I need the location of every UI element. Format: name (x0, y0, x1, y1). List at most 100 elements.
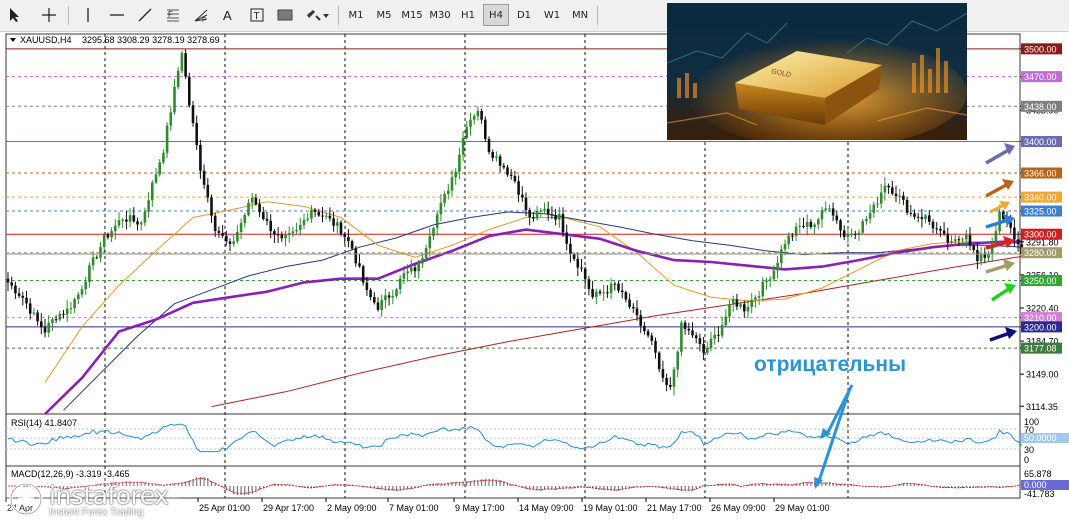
vertical-line-icon[interactable] (78, 4, 98, 26)
candle-body (280, 234, 284, 239)
candle-body (306, 218, 309, 220)
candle-body (147, 200, 150, 212)
candle-body (332, 218, 335, 226)
candle-body (776, 263, 779, 271)
candle-body (395, 289, 398, 297)
candle-body (935, 228, 938, 230)
candle-body (939, 228, 942, 231)
svg-text:F: F (168, 10, 173, 19)
candle-body (694, 335, 698, 339)
candle-body (787, 235, 790, 245)
watermark-tagline: Instant Forex Trading (49, 507, 144, 518)
candle-body (805, 221, 809, 227)
trendline-icon[interactable] (134, 4, 156, 26)
candle-body (768, 279, 772, 281)
candle-body (17, 293, 21, 296)
price-tag-label: 3438.00 (1024, 102, 1057, 112)
timeframe-h4[interactable]: H4 (483, 4, 509, 26)
symbol-label: XAUUSD,H4 (20, 35, 72, 45)
fibonacci-icon[interactable]: F (162, 4, 184, 26)
timeframe-m5[interactable]: M5 (371, 4, 397, 26)
candle-body (706, 348, 709, 353)
text-icon[interactable]: A (218, 4, 240, 26)
candle-body (106, 234, 110, 238)
crosshair-icon[interactable] (38, 4, 60, 26)
candle-body (484, 119, 487, 140)
svg-text:T: T (254, 11, 260, 22)
candle-body (158, 162, 161, 175)
timeframe-mn[interactable]: MN (567, 4, 593, 26)
candle-body (21, 295, 25, 298)
candle-body (143, 211, 147, 223)
candle-body (1016, 239, 1020, 245)
candle-body (276, 234, 280, 236)
candle-body (73, 299, 76, 309)
cursor-icon[interactable] (4, 4, 26, 26)
label-icon[interactable]: T (246, 4, 268, 26)
candle-body (313, 209, 317, 212)
candle-body (413, 267, 417, 272)
rectangle-icon[interactable] (274, 4, 296, 26)
shapes-dropdown-icon[interactable] (302, 4, 332, 26)
timeframe-h1[interactable]: H1 (455, 4, 481, 26)
candle-body (162, 152, 165, 163)
price-tag-label: 3500.00 (1024, 44, 1057, 54)
candle-body (887, 185, 890, 188)
candle-body (36, 312, 39, 322)
price-axis[interactable]: 3500.003470.003438.003433.903400.003366.… (1020, 44, 1059, 412)
candle-body (58, 313, 62, 320)
candle-body (114, 225, 117, 232)
candle-body (273, 231, 276, 235)
candle-body (269, 220, 272, 232)
toolbar-separator (68, 6, 69, 25)
candle-body (624, 292, 628, 300)
candle-body (443, 193, 446, 203)
candle-body (84, 281, 87, 290)
horizontal-line-icon[interactable] (106, 4, 128, 26)
rsi-panel[interactable] (5, 413, 1021, 467)
candle-body (739, 304, 742, 307)
candle-body (809, 221, 813, 227)
candle-body (580, 267, 583, 269)
timeframe-m15[interactable]: M15 (399, 4, 425, 26)
timeframe-d1[interactable]: D1 (511, 4, 537, 26)
candle-body (602, 292, 605, 294)
timeframe-w1[interactable]: W1 (539, 4, 565, 26)
candle-body (498, 156, 502, 166)
candle-body (750, 299, 753, 307)
candle-body (347, 237, 350, 242)
candle-body (709, 338, 713, 349)
candle-body (284, 234, 287, 239)
candle-body (139, 222, 143, 225)
candle-body (417, 263, 420, 272)
candle-body (210, 197, 213, 216)
candle-body (32, 312, 36, 314)
price-tag-label: 3200.00 (1024, 322, 1057, 332)
candle-body (576, 258, 580, 268)
candle-body (754, 297, 757, 300)
candle-body (136, 221, 139, 225)
candle-body (336, 222, 339, 226)
candle-body (613, 283, 617, 285)
candle-body (99, 246, 102, 258)
candle-body (6, 278, 10, 283)
time-label: 2 May 09:00 (327, 503, 377, 513)
timeframe-m1[interactable]: M1 (343, 4, 369, 26)
candle-body (125, 219, 128, 222)
candle-body (842, 230, 846, 237)
price-tag-label: 3325.00 (1024, 207, 1057, 217)
candle-body (509, 174, 513, 177)
candle-body (14, 285, 17, 294)
gold-bars-image: GOLD (667, 3, 967, 140)
candle-body (761, 281, 765, 297)
watermark-brand: instaforex (49, 481, 169, 510)
candle-body (506, 167, 509, 175)
candle-body (421, 258, 424, 264)
candle-body (191, 105, 195, 124)
timeframe-m30[interactable]: M30 (427, 4, 453, 26)
candle-body (957, 239, 961, 241)
candle-body (225, 235, 228, 242)
candle-body (669, 384, 672, 387)
candle-body (883, 185, 887, 193)
fibo-fan-icon[interactable]: F (190, 4, 212, 26)
